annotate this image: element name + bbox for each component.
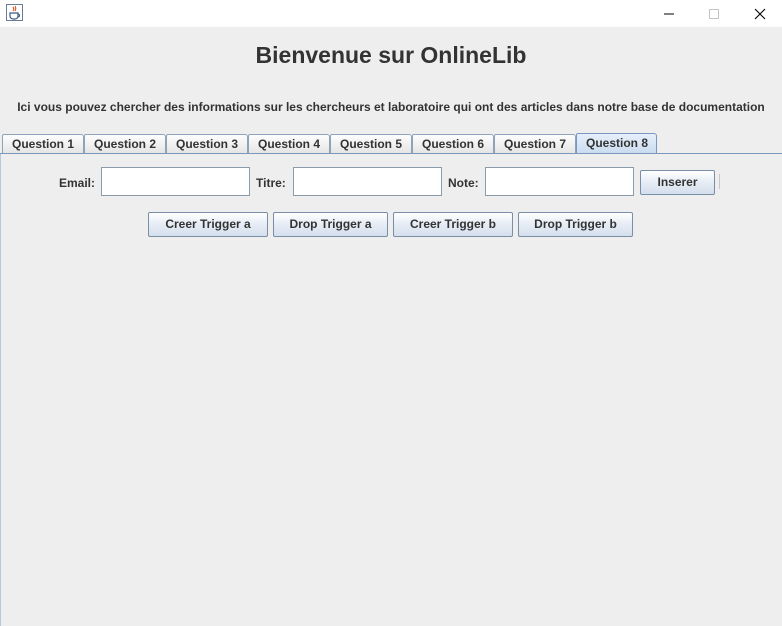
tab-question-6[interactable]: Question 6 [412,134,494,154]
minimize-icon [664,13,674,14]
tab-question-2[interactable]: Question 2 [84,134,166,154]
tab-question-8[interactable]: Question 8 [576,133,657,154]
title-bar [0,0,782,27]
create-trigger-b-button[interactable]: Creer Trigger b [393,212,513,237]
close-button[interactable] [737,0,782,27]
email-field[interactable] [101,167,250,196]
page-subtitle: Ici vous pouvez chercher des information… [17,100,765,114]
maximize-icon [709,8,719,19]
close-icon [754,8,766,19]
app-window: Bienvenue sur OnlineLib Ici vous pouvez … [0,0,782,626]
tab-question-5[interactable]: Question 5 [330,134,412,154]
create-trigger-a-button[interactable]: Creer Trigger a [148,212,268,237]
note-label: Note: [448,176,479,190]
titre-label: Titre: [256,176,286,190]
insert-button[interactable]: Inserer [640,170,715,195]
page-title: Bienvenue sur OnlineLib [255,42,527,68]
drop-trigger-a-button[interactable]: Drop Trigger a [273,212,388,237]
java-coffee-cup-icon [6,4,23,21]
tab-question-1[interactable]: Question 1 [2,134,84,154]
separator [719,174,720,189]
tab-question-3[interactable]: Question 3 [166,134,248,154]
tab-question-7[interactable]: Question 7 [494,134,576,154]
tab-question-4[interactable]: Question 4 [248,134,330,154]
note-field[interactable] [485,167,634,196]
email-label: Email: [59,176,96,190]
maximize-button[interactable] [691,0,737,27]
minimize-button[interactable] [646,0,692,27]
drop-trigger-b-button[interactable]: Drop Trigger b [518,212,633,237]
titre-field[interactable] [293,167,442,196]
tab-panel-question-8 [0,154,782,626]
